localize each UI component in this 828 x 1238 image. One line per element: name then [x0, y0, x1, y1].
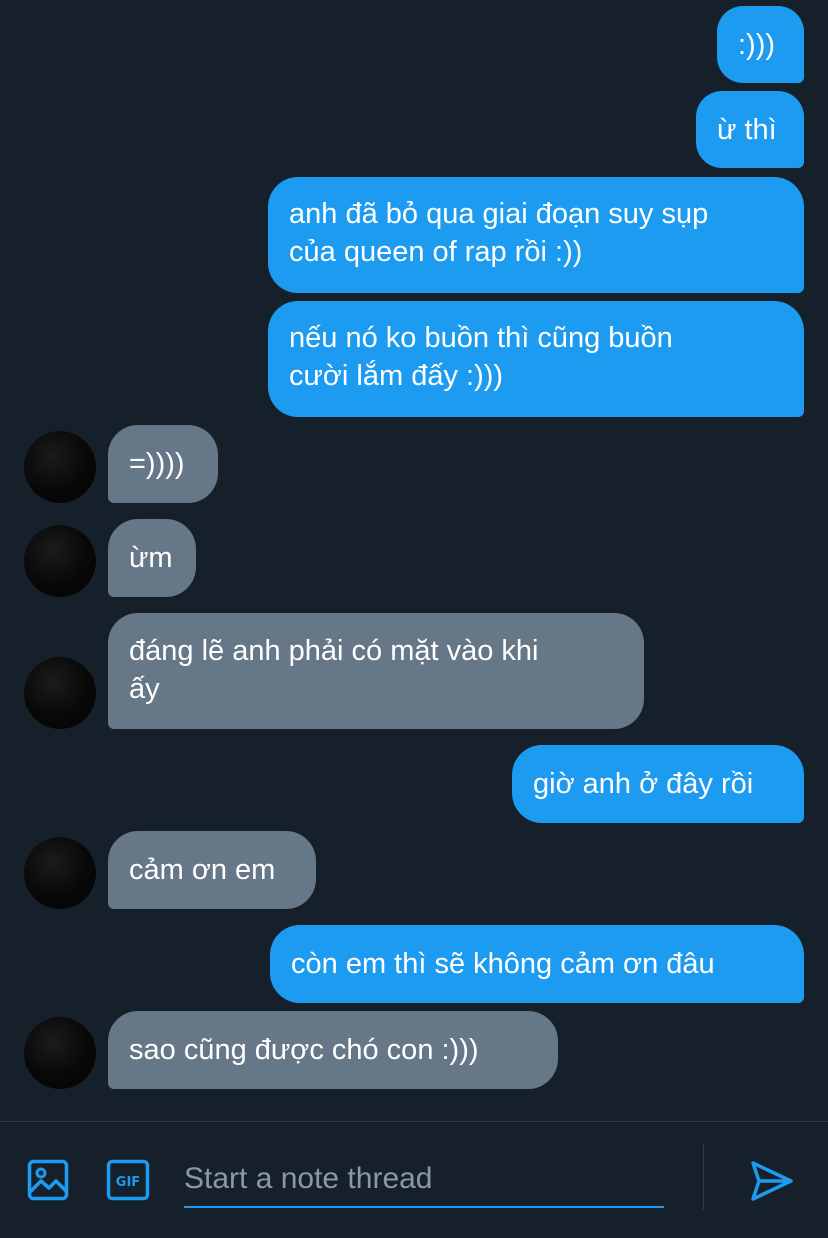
message-composer: GIF — [0, 1121, 828, 1238]
outgoing-message-bubble[interactable]: nếu nó ko buồn thì cũng buồn cười lắm đấ… — [268, 301, 804, 417]
message-text: ừm — [129, 542, 173, 574]
message-text: ừ thì — [717, 113, 777, 146]
message-text-line: nếu nó ko buồn thì cũng buồn — [289, 322, 673, 354]
message-text: còn em thì sẽ không cảm ơn đâu — [291, 948, 715, 980]
message-text-line: anh đã bỏ qua giai đoạn suy sụp — [289, 198, 709, 230]
note-thread-input[interactable] — [184, 1152, 664, 1208]
image-icon[interactable] — [27, 1159, 69, 1201]
composer-divider — [703, 1144, 704, 1210]
gif-icon[interactable]: GIF — [106, 1159, 150, 1201]
incoming-message-bubble[interactable]: ừm — [108, 519, 196, 597]
message-text-line: ấy — [129, 673, 160, 705]
contact-avatar[interactable] — [24, 1017, 96, 1089]
message-text: sao cũng được chó con :))) — [129, 1034, 479, 1066]
message-text: =)))) — [129, 448, 185, 480]
incoming-message-bubble[interactable]: sao cũng được chó con :))) — [108, 1011, 558, 1089]
outgoing-message-bubble[interactable]: còn em thì sẽ không cảm ơn đâu — [270, 925, 804, 1003]
send-icon[interactable] — [749, 1160, 795, 1202]
message-text-line: của queen of rap rồi :)) — [289, 236, 583, 268]
dm-conversation-screen: :))) ừ thì anh đã bỏ qua giai đoạn suy s… — [0, 0, 828, 1238]
gif-icon-label: GIF — [116, 1175, 140, 1190]
contact-avatar[interactable] — [24, 657, 96, 729]
outgoing-message-bubble[interactable]: :))) — [717, 6, 804, 83]
incoming-message-bubble[interactable]: cảm ơn em — [108, 831, 316, 909]
message-text: cảm ơn em — [129, 854, 276, 886]
outgoing-message-bubble[interactable]: giờ anh ở đây rồi — [512, 745, 804, 823]
outgoing-message-bubble[interactable]: anh đã bỏ qua giai đoạn suy sụp của quee… — [268, 177, 804, 293]
contact-avatar[interactable] — [24, 525, 96, 597]
incoming-message-bubble[interactable]: đáng lẽ anh phải có mặt vào khi ấy — [108, 613, 644, 729]
message-text-line: cười lắm đấy :))) — [289, 360, 504, 392]
outgoing-message-bubble[interactable]: ừ thì — [696, 91, 804, 168]
message-text-line: đáng lẽ anh phải có mặt vào khi — [129, 635, 539, 667]
contact-avatar[interactable] — [24, 837, 96, 909]
message-text: :))) — [738, 28, 776, 61]
message-text: giờ anh ở đây rồi — [533, 768, 754, 800]
incoming-message-bubble[interactable]: =)))) — [108, 425, 218, 503]
contact-avatar[interactable] — [24, 431, 96, 503]
